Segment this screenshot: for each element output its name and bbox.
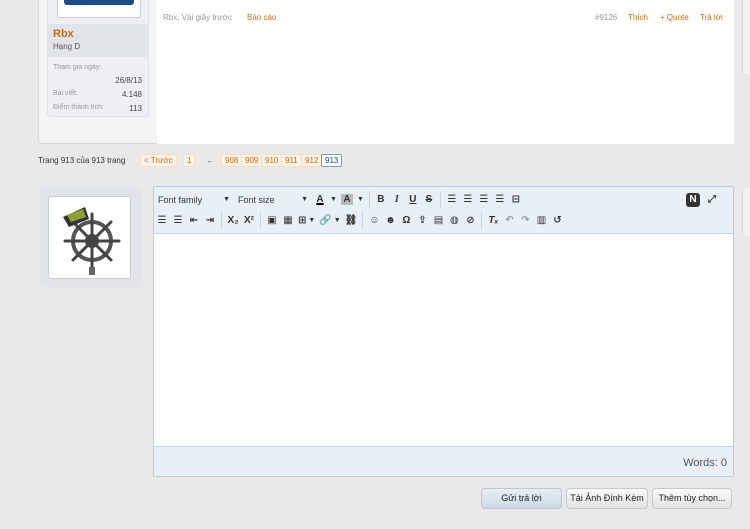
fullscreen-icon[interactable]: ⤢ (704, 191, 720, 208)
toolbar-divider (362, 212, 364, 229)
justify-icon[interactable]: ☰ (492, 191, 508, 208)
toolbar-row-1: Font family ▼ Font size ▼ A ▼ A ▼ B I U … (154, 189, 524, 210)
toggle-source-icon[interactable]: N (686, 192, 700, 207)
upload-attachment-button[interactable]: Tải Ảnh Đính Kèm (566, 488, 648, 509)
sidebar-edge (742, 0, 750, 74)
editor-toolbar: Font family ▼ Font size ▼ A ▼ A ▼ B I U … (154, 187, 733, 234)
reply-avatar[interactable] (48, 196, 131, 279)
toolbar-divider (368, 191, 370, 208)
stat-value-points[interactable]: 113 (82, 104, 142, 113)
page-link-current: 913 (321, 154, 343, 167)
page-link[interactable]: 912 (301, 154, 323, 167)
paste-icon[interactable]: ▥ (533, 212, 549, 229)
reply-link[interactable]: Trả lời (700, 13, 723, 22)
editor-status-bar: Words: 0 (154, 446, 733, 476)
ship-wheel-icon (63, 207, 121, 275)
page-link-first[interactable]: 1 (183, 154, 196, 167)
horizontal-rule-icon[interactable]: ⊟ (508, 191, 524, 208)
chevron-down-icon[interactable]: ▼ (355, 191, 366, 208)
font-size-select[interactable]: Font size ▼ (234, 191, 312, 208)
report-link[interactable]: Báo cáo (247, 13, 276, 22)
like-link[interactable]: Thích (628, 13, 648, 22)
subscript-icon[interactable]: X₂ (225, 212, 241, 229)
toolbar-divider (221, 212, 222, 229)
stat-label-joined: Tham gia ngày: (53, 64, 102, 71)
undo-icon[interactable]: ↶ (501, 212, 517, 229)
bullet-list-icon[interactable]: ☰ (154, 212, 170, 229)
font-family-select[interactable]: Font family ▼ (154, 191, 234, 208)
chevron-down-icon: ▼ (223, 196, 230, 203)
superscript-icon[interactable]: X² (241, 212, 257, 229)
page-link[interactable]: 908 (221, 154, 243, 167)
upload-icon[interactable]: ⇪ (414, 212, 430, 229)
submit-reply-button[interactable]: Gửi trả lời (481, 488, 562, 509)
stat-label-posts: Bài viết: (53, 90, 78, 97)
redo-icon[interactable]: ↷ (517, 212, 533, 229)
bg-color-icon[interactable]: A (339, 191, 355, 208)
hide-icon[interactable]: ⊘ (462, 212, 478, 229)
font-size-label: Font size (238, 194, 275, 205)
page-link[interactable]: 910 (261, 154, 283, 167)
smiley-icon[interactable]: ☺ (366, 212, 382, 229)
strikethrough-icon[interactable]: S (421, 191, 437, 208)
toolbar-divider (439, 191, 441, 208)
numbered-list-icon[interactable]: ☰ (170, 212, 186, 229)
poster-username[interactable]: Rbx (53, 28, 74, 40)
image-icon[interactable]: ▣ (264, 212, 280, 229)
clear-format-icon[interactable]: Tₓ (485, 212, 501, 229)
bold-icon[interactable]: B (373, 191, 389, 208)
prev-page-button[interactable]: < Trước (140, 154, 177, 167)
media-icon[interactable]: ▦ (280, 212, 296, 229)
unlink-icon[interactable]: ⛓ (343, 212, 360, 229)
font-family-label: Font family (158, 194, 203, 205)
sidebar-edge (742, 188, 750, 236)
align-center-icon[interactable]: ☰ (460, 191, 476, 208)
italic-icon[interactable]: I (389, 191, 405, 208)
toolbar-divider (481, 212, 483, 229)
underline-icon[interactable]: U (405, 191, 421, 208)
toolbar-row-2: ☰ ☰ ⇤ ⇥ X₂ X² ▣ ▦ ⊞ ▼ 🔗 ▼ ⛓ ☺ ☻ Ω ⇪ ▤ ◍ ⊘ … (154, 210, 565, 231)
stat-value-joined: 26/8/13 (115, 76, 142, 85)
page-link[interactable]: 909 (241, 154, 263, 167)
post-number-link[interactable]: #9126 (595, 13, 617, 22)
more-options-button[interactable]: Thêm tùy chọn... (652, 488, 732, 509)
align-right-icon[interactable]: ☰ (476, 191, 492, 208)
poster-rank: Hạng D (53, 42, 81, 51)
post-meta-time[interactable]: Rbx, Vài giây trước (163, 13, 232, 22)
special-char-icon[interactable]: Ω (398, 212, 414, 229)
table-icon[interactable]: ⊞ ▼ (296, 212, 317, 229)
quote-link[interactable]: + Quote (660, 13, 689, 22)
text-color-icon[interactable]: A (312, 191, 328, 208)
page-arrow-icon[interactable]: ← (206, 156, 214, 165)
page-link[interactable]: 911 (281, 154, 302, 167)
word-count: Words: 0 (683, 457, 727, 469)
toolbar-row-1-right: N ⤢ (686, 189, 720, 210)
stat-value-posts[interactable]: 4.148 (82, 90, 142, 99)
page-info: Trang 913 của 913 trang (38, 156, 126, 165)
template-icon[interactable]: ▤ (430, 212, 446, 229)
chevron-down-icon: ▼ (301, 196, 308, 203)
toolbar-divider (260, 212, 261, 229)
chevron-down-icon[interactable]: ▼ (328, 191, 339, 208)
spoiler-icon[interactable]: ◍ (446, 212, 462, 229)
outdent-icon[interactable]: ⇤ (186, 212, 202, 229)
poster-avatar[interactable] (57, 0, 141, 18)
indent-icon[interactable]: ⇥ (202, 212, 218, 229)
restore-draft-icon[interactable]: ↺ (549, 212, 565, 229)
emoji-icon[interactable]: ☻ (382, 212, 398, 229)
link-icon[interactable]: 🔗 ▼ (317, 212, 342, 229)
align-left-icon[interactable]: ☰ (444, 191, 460, 208)
